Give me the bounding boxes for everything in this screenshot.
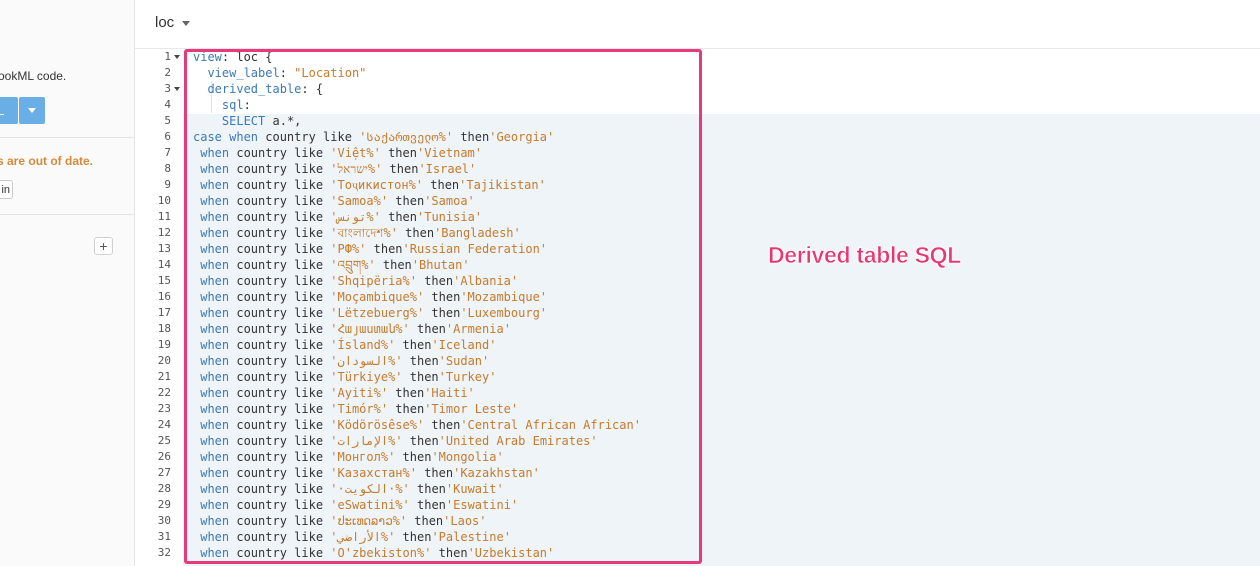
line-number: 14 [157, 258, 171, 271]
line-number: 4 [164, 98, 171, 111]
line-number: 9 [164, 178, 171, 191]
sidebar: ookML code. s are out of date. in + [0, 0, 135, 566]
line-number: 5 [164, 114, 171, 127]
line-number: 12 [157, 226, 171, 239]
editor-header: loc [135, 0, 1260, 49]
line-number: 25 [157, 434, 171, 447]
line-number: 13 [157, 242, 171, 255]
sidebar-primary-button[interactable] [0, 97, 18, 124]
annotation-highlight-box [184, 49, 702, 564]
line-number: 15 [157, 274, 171, 287]
line-number: 1 [135, 49, 183, 65]
file-tab[interactable]: loc [155, 14, 191, 31]
line-number: 27 [157, 466, 171, 479]
fold-toggle-icon[interactable] [174, 55, 180, 59]
line-number: 22 [157, 386, 171, 399]
annotation-label: Derived table SQL [768, 242, 962, 269]
sidebar-help-text: ookML code. [0, 69, 67, 83]
sidebar-warning-text: s are out of date. [0, 154, 94, 168]
line-number: 26 [157, 450, 171, 463]
line-number: 19 [157, 338, 171, 351]
line-number: 7 [164, 146, 171, 159]
line-number: 11 [157, 210, 171, 223]
line-number: 20 [157, 354, 171, 367]
add-file-button[interactable]: + [94, 237, 113, 255]
line-number: 32 [157, 546, 171, 559]
sidebar-divider [0, 137, 134, 138]
line-number: 16 [157, 290, 171, 303]
line-number: 24 [157, 418, 171, 431]
sidebar-divider [0, 214, 134, 215]
line-number: 31 [157, 530, 171, 543]
line-number: 2 [164, 66, 171, 79]
line-number: 29 [157, 498, 171, 511]
line-number: 8 [164, 162, 171, 175]
line-number: 30 [157, 514, 171, 527]
line-number: 18 [157, 322, 171, 335]
line-number: 17 [157, 306, 171, 319]
line-number: 3 [135, 81, 183, 97]
line-number: 10 [157, 194, 171, 207]
line-number: 23 [157, 402, 171, 415]
line-number: 28 [157, 482, 171, 495]
line-number-gutter: 1 2 3 4 5 6 7 8 9 10 11 12 13 14 15 16 17 18 19 20 21 22 23 24 2… [135, 49, 183, 561]
sidebar-dropdown-button[interactable] [19, 97, 45, 124]
sidebar-small-button[interactable]: in [0, 180, 13, 199]
line-number: 21 [157, 370, 171, 383]
line-number: 6 [164, 130, 171, 143]
fold-toggle-icon[interactable] [174, 87, 180, 91]
file-tab-label: loc [155, 14, 175, 31]
chevron-down-icon[interactable] [182, 20, 191, 26]
